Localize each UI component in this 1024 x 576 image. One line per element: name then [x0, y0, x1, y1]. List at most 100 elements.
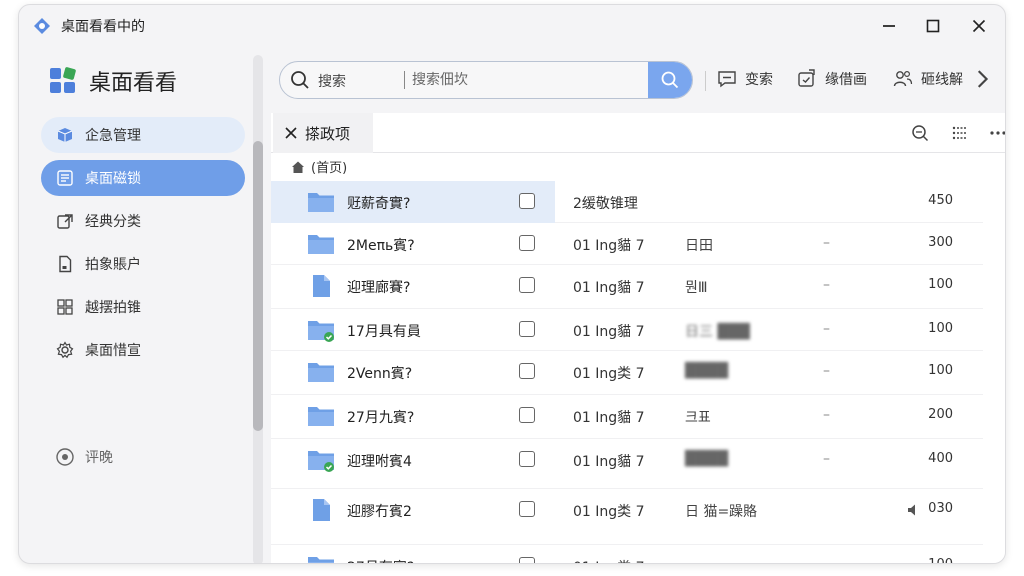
chevron-right-icon[interactable]	[973, 69, 993, 89]
file-type: 01 Ing类 7	[573, 504, 645, 520]
file-tag: 뭔Ⅲ	[685, 280, 708, 296]
file-row[interactable]: 迎膠冇賓2 01 Ing类 7 日 猫=躁賂 030	[271, 489, 983, 545]
toolbar-button-change[interactable]: 变索	[717, 69, 773, 89]
sidebar-item-label: 桌面磁锁	[85, 171, 141, 187]
file-row[interactable]: 27月有賓? 01 Ing类 7 – 100	[271, 545, 983, 563]
file-name: 17月具有員	[347, 324, 421, 340]
brand: 桌面看看	[49, 65, 177, 97]
breadcrumb[interactable]: (首页)	[291, 157, 347, 176]
file-name: 2Venn賓?	[347, 366, 413, 382]
toolbar-button-users[interactable]: 砸线解	[893, 69, 993, 89]
sidebar-item-accounts[interactable]: 拍象賬户	[41, 246, 245, 282]
file-row[interactable]: 27月九賓? 01 Ing貓 7 크표 – 200	[271, 395, 983, 439]
file-size: 100	[928, 363, 953, 378]
list-view-icon	[952, 126, 967, 140]
file-type: 01 Ing貓 7	[573, 410, 645, 426]
close-button[interactable]	[957, 11, 1001, 41]
sidebar-item-categories[interactable]: 经典分类	[41, 203, 245, 239]
maximize-icon	[926, 19, 940, 33]
file-row[interactable]: 迎理咐賓4 01 Ing貓 7 ████ – 400	[271, 439, 983, 489]
search-box[interactable]: 搜索	[279, 61, 693, 99]
sidebar-preview[interactable]: 评晚	[55, 447, 113, 467]
sidebar-item-layout[interactable]: 越摆拍锥	[41, 289, 245, 325]
brand-logo-icon	[50, 67, 76, 93]
sidebar-item-label: 越摆拍锥	[85, 300, 141, 316]
document-icon	[313, 275, 330, 297]
file-list-scrollbar[interactable]	[1005, 157, 1006, 561]
file-type: 01 Ing貓 7	[573, 238, 645, 254]
folder-icon	[308, 321, 334, 342]
more-options-button[interactable]	[987, 123, 1005, 143]
file-size: 400	[928, 451, 953, 466]
row-checkbox[interactable]	[519, 501, 535, 517]
scroll-up-icon[interactable]	[1005, 157, 1006, 169]
file-name: 迎膠冇賓2	[347, 504, 412, 520]
row-checkbox[interactable]	[519, 277, 535, 293]
file-name-cell: 觃薪奇實?	[271, 181, 555, 223]
file-name-cell: 迎理廊賽?	[271, 265, 555, 309]
file-name-cell: 迎理咐賓4	[271, 439, 555, 489]
file-name: 迎理咐賓4	[347, 454, 412, 470]
minimize-button[interactable]	[867, 11, 911, 41]
file-size: 100	[928, 321, 953, 336]
file-tag: ████	[685, 363, 729, 379]
minimize-icon	[883, 25, 895, 27]
search-label: 搜索	[318, 74, 346, 90]
file-name: 27月九賓?	[347, 410, 415, 426]
sidebar-scroll-thumb[interactable]	[253, 141, 263, 431]
file-row[interactable]: 17月具有員 01 Ing貓 7 日三 ███ – 100	[271, 309, 983, 351]
sidebar: 桌面看看 企急管理 桌面磁锁 经典分类 拍象賬户 越摆拍锥 桌面惜宣 评晚	[19, 45, 269, 563]
file-name-cell: 迎膠冇賓2	[271, 489, 555, 545]
toolbar-button-label: 缘借画	[825, 72, 867, 88]
row-checkbox[interactable]	[519, 193, 535, 209]
file-name-cell: 2Venn賓?	[271, 351, 555, 395]
scroll-down-icon[interactable]	[1005, 549, 1006, 561]
file-row[interactable]: 2Venn賓? 01 Ing类 7 ████ – 100	[271, 351, 983, 395]
search-button[interactable]	[648, 62, 692, 98]
tab-active[interactable]: 搽政项	[273, 113, 373, 153]
grid-icon	[55, 297, 75, 317]
folder-icon	[308, 557, 334, 563]
file-name-cell: 27月九賓?	[271, 395, 555, 439]
scroll-track[interactable]	[1005, 173, 1006, 545]
scroll-thumb[interactable]	[1005, 177, 1006, 449]
maximize-button[interactable]	[911, 11, 955, 41]
file-status: –	[823, 363, 830, 379]
row-checkbox[interactable]	[519, 451, 535, 467]
box-icon	[55, 125, 75, 145]
more-icon	[990, 131, 1005, 135]
sidebar-scrollbar[interactable]	[253, 55, 263, 563]
file-status: –	[823, 451, 830, 467]
sidebar-item-emergency[interactable]: 企急管理	[41, 117, 245, 153]
row-checkbox[interactable]	[519, 407, 535, 423]
search-input[interactable]	[412, 62, 652, 98]
file-row[interactable]: 2Meπь賓? 01 Ing貓 7 日田 – 300	[271, 223, 983, 265]
close-tab-icon[interactable]	[285, 127, 297, 139]
row-checkbox[interactable]	[519, 235, 535, 251]
sidebar-item-label: 桌面惜宣	[85, 343, 141, 359]
file-status: –	[823, 557, 830, 563]
home-icon	[292, 161, 304, 173]
file-tag: 日田	[685, 238, 713, 254]
toolbar-button-label: 变索	[745, 72, 773, 88]
tab-label: 搽政项	[305, 124, 351, 143]
row-checkbox[interactable]	[519, 363, 535, 379]
sidebar-item-desktop-lock[interactable]: 桌面磁锁	[41, 160, 245, 196]
refresh-icon	[798, 69, 815, 87]
gear-icon	[55, 340, 75, 360]
row-checkbox[interactable]	[519, 557, 535, 563]
file-type: 01 Ing貓 7	[573, 324, 645, 340]
file-row[interactable]: 觃薪奇實? 2缓敬锥理 450	[271, 181, 983, 223]
main-panel: 搜索 变索 缘借画	[271, 45, 1005, 563]
file-size: 200	[928, 407, 953, 422]
sidebar-item-settings[interactable]: 桌面惜宣	[41, 332, 245, 368]
file-row[interactable]: 迎理廊賽? 01 Ing貓 7 뭔Ⅲ – 100	[271, 265, 983, 309]
tab-bar: 搽政项	[271, 113, 1005, 153]
zoom-button[interactable]	[909, 123, 931, 143]
view-list-button[interactable]	[949, 123, 971, 143]
folder-icon	[308, 451, 334, 472]
file-size: 100	[911, 557, 953, 563]
row-checkbox[interactable]	[519, 321, 535, 337]
toolbar-button-refresh[interactable]: 缘借画	[797, 69, 867, 89]
file-name: 觃薪奇實?	[347, 196, 411, 212]
